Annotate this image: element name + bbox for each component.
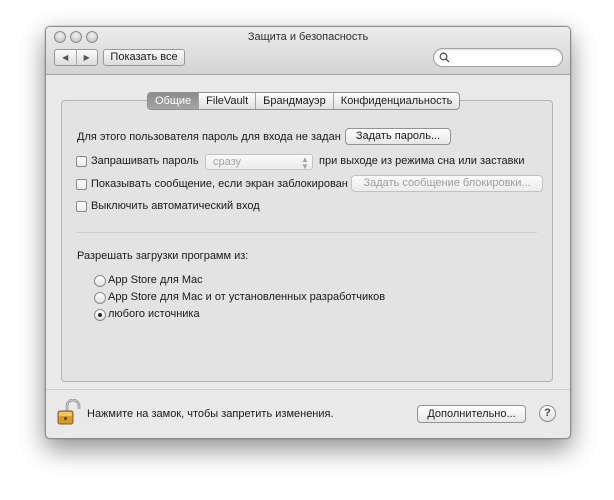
chevron-left-icon: ◀ (62, 53, 69, 62)
chevron-right-icon: ▶ (83, 53, 90, 62)
require-password-suffix: при выходе из режима сна или заставки (319, 155, 525, 167)
set-password-button[interactable]: Задать пароль... (345, 128, 451, 145)
tab-privacy[interactable]: Конфиденциальность (332, 93, 460, 109)
tab-filevault[interactable]: FileVault (198, 93, 255, 109)
help-button[interactable]: ? (539, 405, 556, 422)
radio-app-store[interactable] (94, 275, 106, 287)
stepper-arrows-icon: ▲▼ (301, 155, 309, 171)
unlocked-padlock-icon[interactable] (55, 399, 83, 427)
footer-divider (46, 389, 570, 390)
forward-button[interactable]: ▶ (75, 50, 98, 65)
require-password-delay-select[interactable]: сразу ▲▼ (205, 154, 313, 171)
lock-message: Нажмите на замок, чтобы запретить измене… (87, 408, 334, 420)
tab-bar: Общие FileVault Брандмауэр Конфиденциаль… (147, 92, 461, 110)
back-forward-group: ◀ ▶ (54, 49, 98, 66)
require-password-label: Запрашивать пароль (91, 155, 199, 167)
allow-downloads-heading: Разрешать загрузки программ из: (77, 250, 249, 262)
disable-autologin-label: Выключить автоматический вход (91, 200, 260, 212)
show-message-label: Показывать сообщение, если экран заблоки… (91, 178, 348, 190)
radio-app-store-label: App Store для Mac (108, 274, 203, 286)
security-window: Защита и безопасность ◀ ▶ Показать все О… (45, 26, 571, 439)
disable-autologin-checkbox[interactable] (76, 201, 87, 212)
set-lock-message-button[interactable]: Задать сообщение блокировки... (351, 175, 543, 192)
require-password-checkbox[interactable] (76, 156, 87, 167)
window-title: Защита и безопасность (247, 31, 369, 43)
show-all-button[interactable]: Показать все (103, 49, 185, 66)
search-icon (439, 52, 450, 63)
radio-anywhere[interactable] (94, 309, 106, 321)
require-password-delay-value: сразу (213, 156, 242, 168)
search-input[interactable] (433, 48, 563, 67)
tab-firewall[interactable]: Брандмауэр (255, 93, 333, 109)
section-divider (77, 232, 537, 233)
radio-app-store-identified[interactable] (94, 292, 106, 304)
password-notice: Для этого пользователя пароль для входа … (77, 131, 341, 143)
radio-app-store-identified-label: App Store для Mac и от установленных раз… (108, 291, 386, 303)
advanced-button[interactable]: Дополнительно... (417, 405, 526, 423)
tab-general[interactable]: Общие (148, 93, 199, 109)
back-button[interactable]: ◀ (55, 50, 76, 65)
radio-anywhere-label: любого источника (108, 308, 200, 320)
show-message-checkbox[interactable] (76, 179, 87, 190)
title-bar: Защита и безопасность ◀ ▶ Показать все (46, 27, 570, 75)
